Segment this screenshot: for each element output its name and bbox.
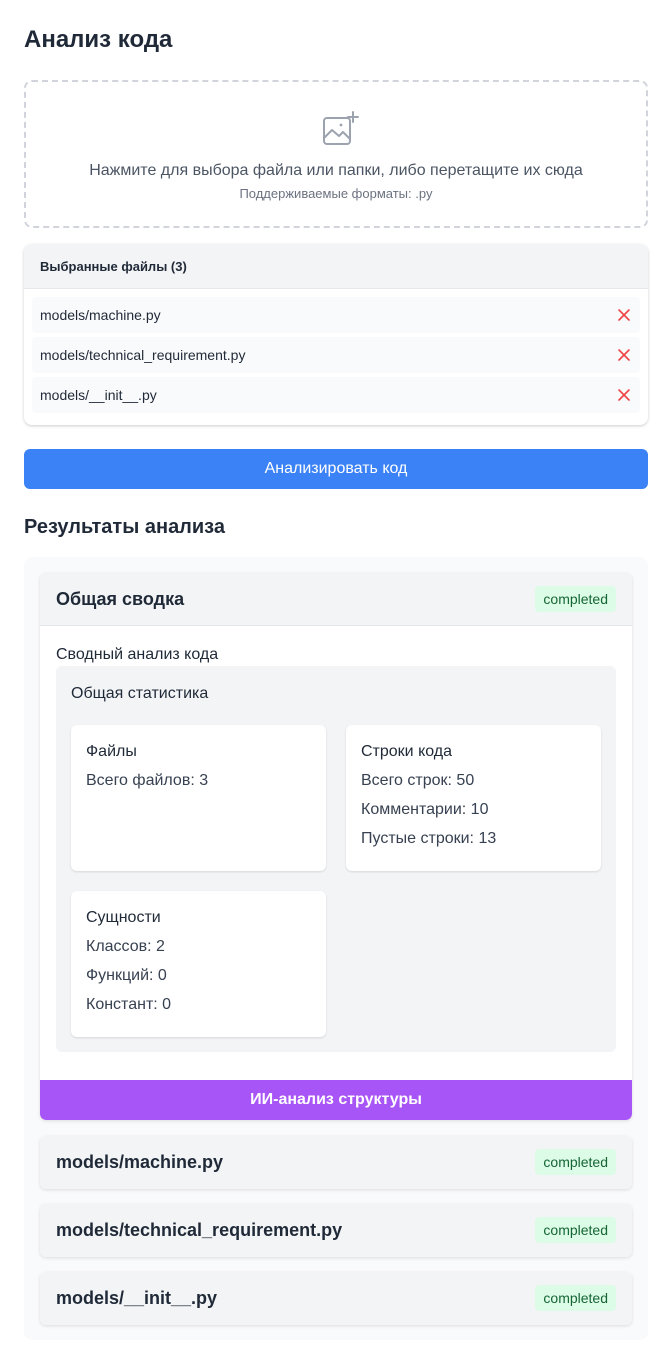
lines-stat-card: Строки кода Всего строк: 50 Комментарии:… [346, 725, 601, 871]
selected-files-card: Выбранные файлы (3) models/machine.py mo… [24, 244, 648, 425]
selected-file-name: models/machine.py [40, 307, 161, 323]
file-result-card[interactable]: models/__init__.py completed [40, 1272, 632, 1325]
files-stat-card: Файлы Всего файлов: 3 [71, 725, 326, 871]
page-title: Анализ кода [24, 26, 173, 53]
status-badge: completed [535, 1149, 616, 1175]
selected-file-row: models/__init__.py [32, 377, 640, 413]
close-icon[interactable] [616, 387, 632, 403]
selected-file-row: models/technical_requirement.py [32, 337, 640, 373]
close-icon[interactable] [616, 307, 632, 323]
general-stats-title: Общая статистика [71, 685, 209, 702]
status-badge: completed [535, 1217, 616, 1243]
selected-file-name: models/__init__.py [40, 387, 157, 403]
summary-card-header[interactable]: Общая сводка completed [40, 573, 632, 626]
lines-stat-heading: Строки кода [361, 743, 453, 760]
results-title: Результаты анализа [24, 516, 225, 538]
selected-file-name: models/technical_requirement.py [40, 347, 246, 363]
files-total: Всего файлов: 3 [86, 772, 209, 789]
file-result-card[interactable]: models/technical_requirement.py complete… [40, 1204, 632, 1257]
summary-card: Общая сводка completed Сводный анализ ко… [40, 573, 632, 1120]
file-result-title: models/technical_requirement.py [56, 1220, 343, 1240]
file-result-card[interactable]: models/machine.py completed [40, 1136, 632, 1189]
files-stat-heading: Файлы [86, 743, 137, 760]
lines-total: Всего строк: 50 [361, 772, 475, 789]
dropzone-instruction: Нажмите для выбора файла или папки, либо… [89, 162, 583, 179]
ai-structure-analysis-button[interactable]: ИИ-анализ структуры [40, 1080, 632, 1120]
selected-files-header: Выбранные файлы (3) [24, 244, 648, 289]
file-result-title: models/__init__.py [56, 1288, 218, 1308]
entities-constants: Констант: 0 [86, 996, 172, 1013]
summary-card-title: Общая сводка [56, 589, 185, 609]
analyze-code-button[interactable]: Анализировать код [24, 449, 648, 489]
entities-stat-heading: Сущности [86, 909, 161, 926]
file-dropzone[interactable]: Нажмите для выбора файла или папки, либо… [24, 80, 648, 228]
file-result-title: models/machine.py [56, 1152, 224, 1172]
code-analysis-page: Анализ кода Нажмите для выбора файла или… [0, 0, 672, 1364]
entities-stat-card: Сущности Классов: 2 Функций: 0 Констант:… [71, 891, 326, 1037]
entities-classes: Классов: 2 [86, 938, 165, 955]
status-badge: completed [535, 1285, 616, 1311]
lines-comments: Комментарии: 10 [361, 801, 489, 818]
dropzone-formats: Поддерживаемые форматы: .py [239, 186, 433, 201]
entities-functions: Функций: 0 [86, 967, 167, 984]
results-panel: Общая сводка completed Сводный анализ ко… [24, 557, 648, 1340]
status-badge: completed [535, 586, 616, 612]
selected-file-row: models/machine.py [32, 297, 640, 333]
lines-blank: Пустые строки: 13 [361, 830, 497, 847]
general-stats-box: Общая статистика Файлы Всего файлов: 3 С… [56, 666, 616, 1052]
close-icon[interactable] [616, 347, 632, 363]
summary-subtitle: Сводный анализ кода [56, 646, 219, 663]
image-add-icon [323, 111, 359, 145]
